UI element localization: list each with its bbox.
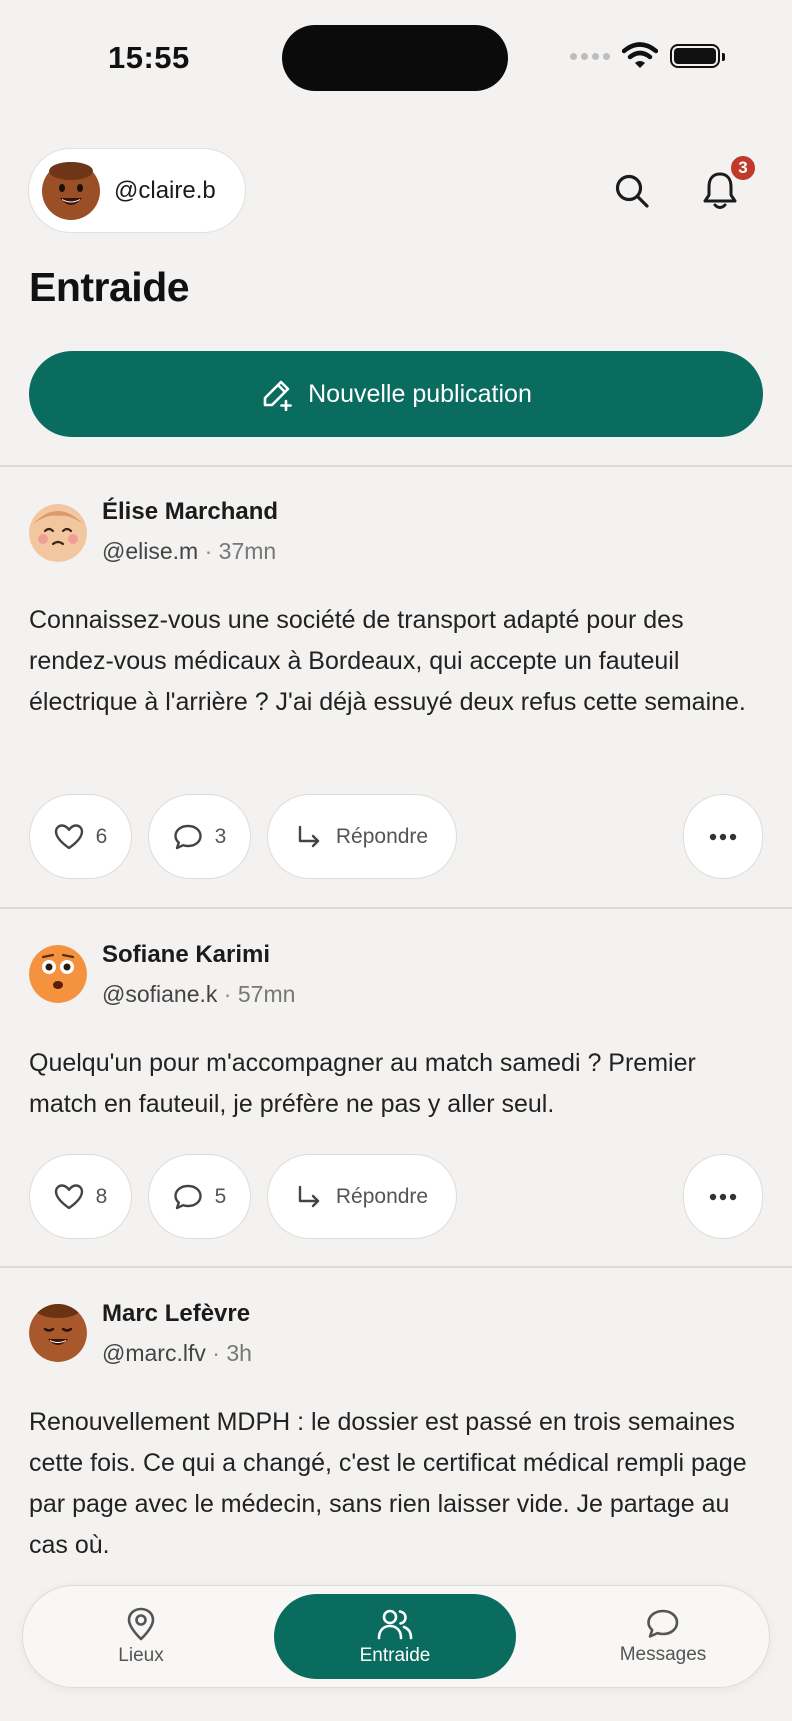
- screen: 15:55 @claire.b 3 Entraide Nouvelle publ…: [0, 0, 792, 1721]
- post-card: Sofiane Karimi @sofiane.k · 57mn Quelqu'…: [0, 908, 792, 1266]
- comment-count: 3: [214, 824, 227, 848]
- battery-icon: [670, 44, 725, 68]
- tab-label: Entraide: [359, 1644, 431, 1666]
- search-button[interactable]: [608, 165, 656, 217]
- meta-separator: ·: [204, 538, 213, 564]
- post-author-handle: @elise.m: [102, 538, 199, 564]
- comment-icon: [173, 1184, 202, 1209]
- more-options-button[interactable]: [683, 1154, 763, 1239]
- reply-arrow-icon: [298, 1185, 320, 1207]
- comment-button[interactable]: 5: [148, 1154, 251, 1239]
- tab-lieux[interactable]: Lieux: [61, 1594, 221, 1679]
- bottom-tab-bar: Lieux Entraide Messages: [22, 1585, 770, 1688]
- like-button[interactable]: 6: [29, 794, 132, 879]
- post-meta: @sofiane.k · 57mn: [102, 981, 295, 1008]
- comment-icon: [173, 824, 202, 849]
- post-body: Connaissez-vous une société de transport…: [29, 606, 746, 716]
- notification-badge: 3: [729, 154, 757, 182]
- author-avatar: [29, 504, 87, 562]
- dynamic-island: [282, 25, 508, 91]
- post-card: Élise Marchand @elise.m · 37mn Connaisse…: [0, 466, 792, 907]
- edit-plus-icon: [263, 380, 292, 411]
- reply-label: Répondre: [335, 824, 429, 848]
- new-post-label: Nouvelle publication: [308, 379, 532, 408]
- chat-bubble-icon: [647, 1609, 679, 1638]
- like-count: 6: [95, 824, 108, 848]
- status-icons: [570, 42, 725, 70]
- status-bar: 15:55: [0, 0, 792, 116]
- post-author-name[interactable]: Élise Marchand: [102, 498, 278, 526]
- author-avatar: [29, 1304, 87, 1362]
- search-icon: [615, 174, 649, 208]
- meta-separator: ·: [223, 981, 232, 1007]
- user-avatar: [42, 161, 100, 220]
- post-time: 37mn: [218, 538, 277, 564]
- wifi-icon: [622, 42, 658, 68]
- post-card: Marc Lefèvre @marc.lfv · 3h Renouvelleme…: [0, 1267, 792, 1597]
- map-pin-icon: [127, 1607, 155, 1640]
- reply-label: Répondre: [335, 1184, 429, 1208]
- post-author-name[interactable]: Marc Lefèvre: [102, 1300, 250, 1328]
- author-avatar: [29, 945, 87, 1003]
- like-count: 8: [95, 1184, 108, 1208]
- post-body: Renouvellement MDPH : le dossier est pas…: [29, 1408, 747, 1559]
- post-meta: @elise.m · 37mn: [102, 538, 276, 565]
- post-meta: @marc.lfv · 3h: [102, 1340, 252, 1367]
- post-author-handle: @sofiane.k: [102, 981, 218, 1007]
- reply-arrow-icon: [298, 825, 320, 847]
- meta-separator: ·: [212, 1340, 220, 1366]
- status-time: 15:55: [108, 40, 190, 75]
- more-options-button[interactable]: [683, 794, 763, 879]
- reply-button[interactable]: Répondre: [267, 794, 457, 879]
- tab-messages[interactable]: Messages: [563, 1594, 763, 1679]
- post-author-handle: @marc.lfv: [102, 1340, 206, 1366]
- users-icon: [377, 1609, 413, 1639]
- page-title: Entraide: [29, 264, 190, 310]
- comment-count: 5: [214, 1184, 227, 1208]
- heart-icon: [54, 1183, 83, 1209]
- tab-label: Messages: [619, 1643, 707, 1665]
- comment-button[interactable]: 3: [148, 794, 251, 879]
- post-time: 57mn: [237, 981, 296, 1007]
- reply-button[interactable]: Répondre: [267, 1154, 457, 1239]
- username: @claire.b: [114, 176, 216, 204]
- more-dots-icon: [709, 1193, 737, 1200]
- new-post-button[interactable]: Nouvelle publication: [29, 351, 763, 437]
- post-time: 3h: [226, 1340, 252, 1366]
- more-dots-icon: [709, 833, 737, 840]
- cellular-signal-icon: [570, 52, 610, 60]
- tab-entraide[interactable]: Entraide: [274, 1594, 516, 1679]
- post-body: Quelqu'un pour m'accompagner au match sa…: [29, 1049, 696, 1118]
- user-profile-chip[interactable]: @claire.b: [28, 148, 246, 233]
- tab-label: Lieux: [118, 1644, 164, 1666]
- post-author-name[interactable]: Sofiane Karimi: [102, 941, 270, 969]
- like-button[interactable]: 8: [29, 1154, 132, 1239]
- heart-icon: [54, 823, 83, 849]
